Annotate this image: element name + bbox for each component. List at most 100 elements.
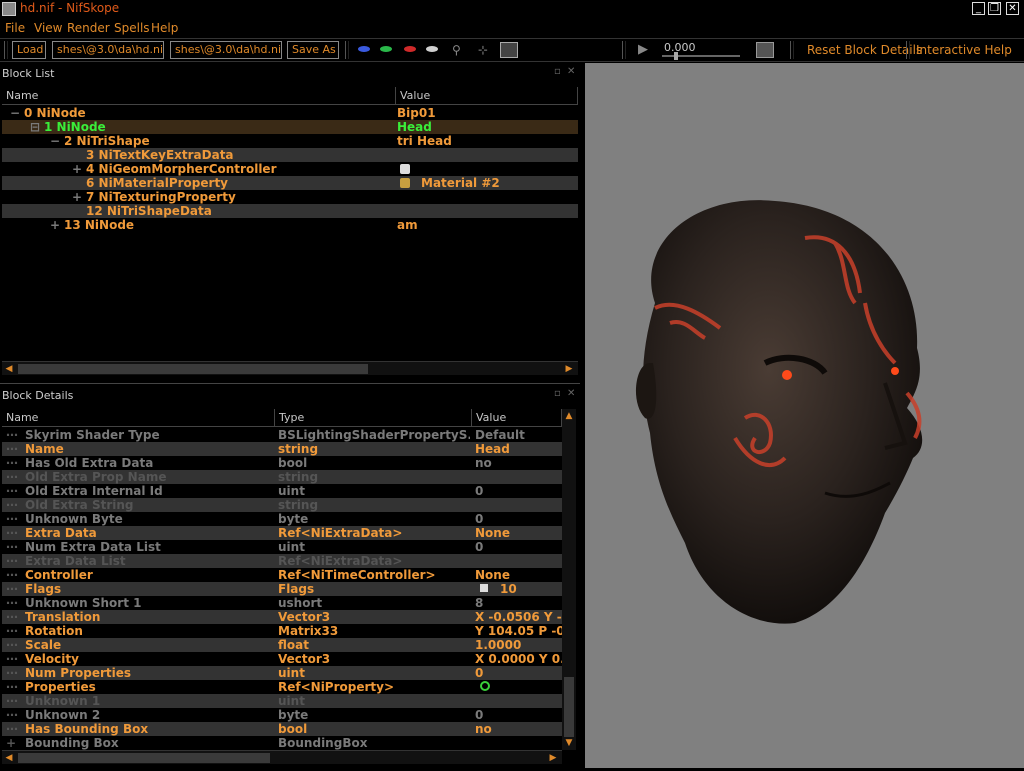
render-viewport[interactable] <box>585 63 1024 768</box>
block-list-hscrollbar[interactable]: ◀ ▶ <box>2 361 578 375</box>
grid-icon[interactable] <box>500 42 518 58</box>
detail-row[interactable]: ⋯ Num Properties uint 0 <box>2 666 562 680</box>
scroll-left-icon[interactable]: ◀ <box>2 362 16 376</box>
tree-row[interactable]: +4 NiGeomMorpherController <box>2 162 578 176</box>
field-value[interactable]: 0 <box>475 484 562 498</box>
eye-green-icon[interactable] <box>380 46 392 52</box>
tree-expander-icon[interactable]: + <box>72 190 82 204</box>
interactive-help-button[interactable]: Interactive Help <box>916 41 1012 59</box>
block-details-vscrollbar[interactable]: ▲ ▼ <box>562 409 576 750</box>
scroll-right-icon[interactable]: ▶ <box>546 751 560 765</box>
panel-divider[interactable] <box>0 383 580 384</box>
menu-render[interactable]: Render <box>67 21 110 35</box>
time-slider-handle[interactable] <box>674 52 678 60</box>
scroll-up-icon[interactable]: ▲ <box>562 409 576 423</box>
field-value[interactable]: 0 <box>475 512 562 526</box>
scroll-right-icon[interactable]: ▶ <box>562 362 576 376</box>
field-value[interactable]: X -0.0506 Y -2 <box>475 610 562 624</box>
tree-expander-icon[interactable]: − <box>50 134 60 148</box>
field-value[interactable]: no <box>475 722 562 736</box>
detail-row[interactable]: ⋯ Has Old Extra Data bool no <box>2 456 562 470</box>
field-value[interactable]: X 0.0000 Y 0.0 <box>475 652 562 666</box>
field-value[interactable]: Head <box>475 442 562 456</box>
column-header-name[interactable]: Name <box>2 409 275 427</box>
detail-row[interactable]: ⋯ Skyrim Shader Type BSLightingShaderPrope… <box>2 428 562 442</box>
tree-row[interactable]: −2 NiTriShape tri Head <box>2 134 578 148</box>
menu-view[interactable]: View <box>34 21 62 35</box>
play-icon[interactable]: ▶ <box>638 42 648 57</box>
field-value[interactable]: 10 <box>500 582 562 596</box>
eye-red-icon[interactable] <box>404 46 416 52</box>
save-path-input[interactable]: shes\@3.0\da\hd.nif <box>170 41 282 59</box>
field-value[interactable]: 8 <box>475 596 562 610</box>
tree-row[interactable]: 3 NiTextKeyExtraData <box>2 148 578 162</box>
detail-row[interactable]: ⋯ Velocity Vector3 X 0.0000 Y 0.0 <box>2 652 562 666</box>
detail-row[interactable]: ⋯ Extra Data List Ref<NiExtraData> <box>2 554 562 568</box>
column-header-name[interactable]: Name <box>2 87 396 105</box>
column-header-value[interactable]: Value <box>396 87 578 105</box>
detail-row[interactable]: ⋯ Extra Data Ref<NiExtraData> None <box>2 526 562 540</box>
axes-icon[interactable]: ⊹ <box>478 43 488 57</box>
scroll-thumb[interactable] <box>18 753 270 763</box>
detail-row[interactable]: ⋯ Translation Vector3 X -0.0506 Y -2 <box>2 610 562 624</box>
reset-block-details-button[interactable]: Reset Block Details <box>807 41 922 59</box>
detail-row[interactable]: ⋯ Old Extra Internal Id uint 0 <box>2 484 562 498</box>
tree-row[interactable]: +13 NiNode am <box>2 218 578 232</box>
detail-row[interactable]: ⋯ Unknown Short 1 ushort 8 <box>2 596 562 610</box>
panel-close-icon[interactable]: ✕ <box>567 66 575 77</box>
column-header-value[interactable]: Value <box>472 409 562 427</box>
field-value[interactable]: Default <box>475 428 562 442</box>
minimize-icon[interactable]: _ <box>972 2 985 15</box>
restore-icon[interactable]: ❐ <box>988 2 1001 15</box>
tree-row[interactable]: +7 NiTexturingProperty <box>2 190 578 204</box>
tree-row[interactable]: 12 NiTriShapeData <box>2 204 578 218</box>
tree-row[interactable]: −0 NiNode Bip01 <box>2 106 578 120</box>
menu-spells[interactable]: Spells <box>114 21 150 35</box>
field-value[interactable]: None <box>475 568 562 582</box>
detail-row[interactable]: ⋯ Num Extra Data List uint 0 <box>2 540 562 554</box>
scroll-left-icon[interactable]: ◀ <box>2 751 16 765</box>
load-button[interactable]: Load <box>12 41 46 59</box>
detail-row[interactable]: ⋯ Old Extra Prop Name string <box>2 470 562 484</box>
menu-file[interactable]: File <box>5 21 25 35</box>
close-icon[interactable]: ✕ <box>1006 2 1019 15</box>
detail-row[interactable]: ⋯ Has Bounding Box bool no <box>2 722 562 736</box>
float-icon[interactable]: ▫ <box>554 388 561 399</box>
tree-row[interactable]: ⊟ 1 NiNode Head <box>2 120 578 134</box>
eye-blue-icon[interactable] <box>358 46 370 52</box>
field-value[interactable]: None <box>475 526 562 540</box>
detail-row[interactable]: ⋯ Rotation Matrix33 Y 104.05 P -0. <box>2 624 562 638</box>
tree-expander-icon[interactable]: + <box>50 218 60 232</box>
save-as-button[interactable]: Save As <box>287 41 339 59</box>
tree-row[interactable]: 6 NiMaterialProperty Material #2 <box>2 176 578 190</box>
detail-row[interactable]: ⋯ Unknown 2 byte 0 <box>2 708 562 722</box>
menu-help[interactable]: Help <box>151 21 178 35</box>
field-value[interactable]: Y 104.05 P -0. <box>475 624 562 638</box>
tree-expander-icon[interactable]: + <box>72 162 82 176</box>
field-value[interactable]: 0 <box>475 540 562 554</box>
scroll-thumb[interactable] <box>564 677 574 737</box>
detail-row[interactable]: ⋯ Unknown 1 uint <box>2 694 562 708</box>
load-path-input[interactable]: shes\@3.0\da\hd.nif <box>52 41 164 59</box>
field-value[interactable]: no <box>475 456 562 470</box>
field-value[interactable]: 0 <box>475 666 562 680</box>
detail-row[interactable]: ⋯ Properties Ref<NiProperty> <box>2 680 562 694</box>
float-icon[interactable]: ▫ <box>554 66 561 77</box>
column-header-type[interactable]: Type <box>275 409 472 427</box>
panel-close-icon[interactable]: ✕ <box>567 388 575 399</box>
loop-icon[interactable] <box>756 42 774 58</box>
tree-expander-icon[interactable]: ⊟ <box>30 120 40 134</box>
detail-row[interactable]: ⋯ Name string Head <box>2 442 562 456</box>
scroll-thumb[interactable] <box>18 364 368 374</box>
field-value[interactable]: 0 <box>475 708 562 722</box>
field-value[interactable]: 1.0000 <box>475 638 562 652</box>
detail-row[interactable]: + Bounding Box BoundingBox <box>2 736 562 750</box>
detail-row[interactable]: ⋯ Unknown Byte byte 0 <box>2 512 562 526</box>
detail-row[interactable]: ⋯ Controller Ref<NiTimeController> None <box>2 568 562 582</box>
light-icon[interactable]: ⚲ <box>452 43 461 57</box>
detail-row[interactable]: ⋯ Old Extra String string <box>2 498 562 512</box>
eye-white-icon[interactable] <box>426 46 438 52</box>
detail-row[interactable]: ⋯ Scale float 1.0000 <box>2 638 562 652</box>
tree-expander-icon[interactable]: − <box>10 106 20 120</box>
scroll-down-icon[interactable]: ▼ <box>562 736 576 750</box>
